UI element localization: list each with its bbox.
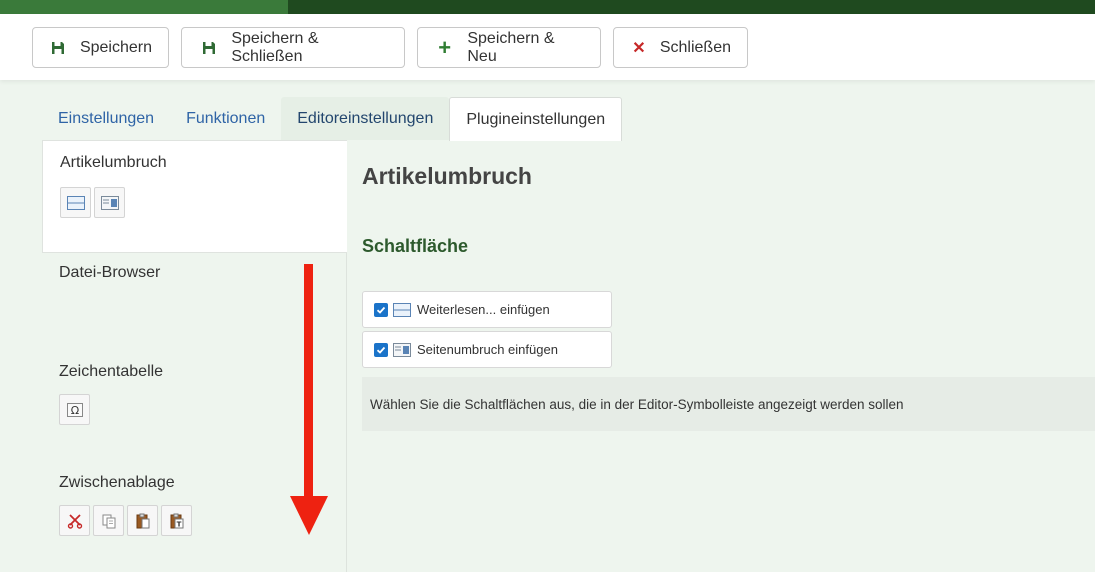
toolbar: Speichern Speichern & Schließen + Speich… [0,14,1095,80]
option-readmore[interactable]: Weiterlesen... einfügen [362,291,612,328]
readmore-icon [393,302,411,317]
save-and-close-button[interactable]: Speichern & Schließen [181,27,405,68]
top-bar-accent [0,0,288,14]
floppy-disk-icon [200,41,217,55]
plugin-settings-panel: Artikelumbruch Schaltfläche Weiterlesen.… [362,140,1095,572]
tab-plugin-settings[interactable]: Plugineinstellungen [449,97,623,141]
arrow-down-annotation-icon [290,264,328,535]
close-button[interactable]: ✕ Schließen [613,27,748,68]
save-button-label: Speichern [79,38,152,56]
pagebreak-icon [393,342,411,357]
cut-icon[interactable] [59,505,90,536]
pagebreak-icon[interactable] [94,187,125,218]
save-and-new-button[interactable]: + Speichern & Neu [417,27,601,68]
section-subtitle: Schaltfläche [362,236,469,256]
checkbox-pagebreak[interactable] [374,342,388,357]
sidebar-item-label: Artikelumbruch [60,154,167,171]
save-and-close-button-label: Speichern & Schließen [231,29,319,65]
tab-functions[interactable]: Funktionen [170,97,281,140]
option-pagebreak[interactable]: Seitenumbruch einfügen [362,331,612,368]
save-and-new-button-label: Speichern & Neu [467,29,555,65]
close-icon: ✕ [632,39,646,57]
paste-icon[interactable] [127,505,158,536]
section-title: Artikelumbruch [362,163,532,189]
tab-editor-settings[interactable]: Editoreinstellungen [281,97,450,140]
floppy-disk-icon [51,41,66,55]
paste-text-icon[interactable]: T [161,505,192,536]
sidebar-item-article-break[interactable]: Artikelumbruch [42,140,347,253]
help-text: Wählen Sie die Schaltflächen aus, die in… [362,377,1095,431]
omega-icon[interactable]: Ω [59,394,90,425]
close-button-label: Schließen [659,38,731,56]
option-readmore-label: Weiterlesen... einfügen [417,302,550,317]
copy-icon[interactable] [93,505,124,536]
checkbox-readmore[interactable] [374,302,388,317]
save-button[interactable]: Speichern [32,27,169,68]
readmore-icon[interactable] [60,187,91,218]
option-pagebreak-label: Seitenumbruch einfügen [417,342,558,357]
top-bar [0,0,1095,14]
tab-settings[interactable]: Einstellungen [42,97,170,140]
svg-text:T: T [176,520,181,528]
svg-text:Ω: Ω [70,404,78,417]
plus-icon: + [438,34,452,60]
tab-bar: Einstellungen Funktionen Editoreinstellu… [42,97,623,141]
